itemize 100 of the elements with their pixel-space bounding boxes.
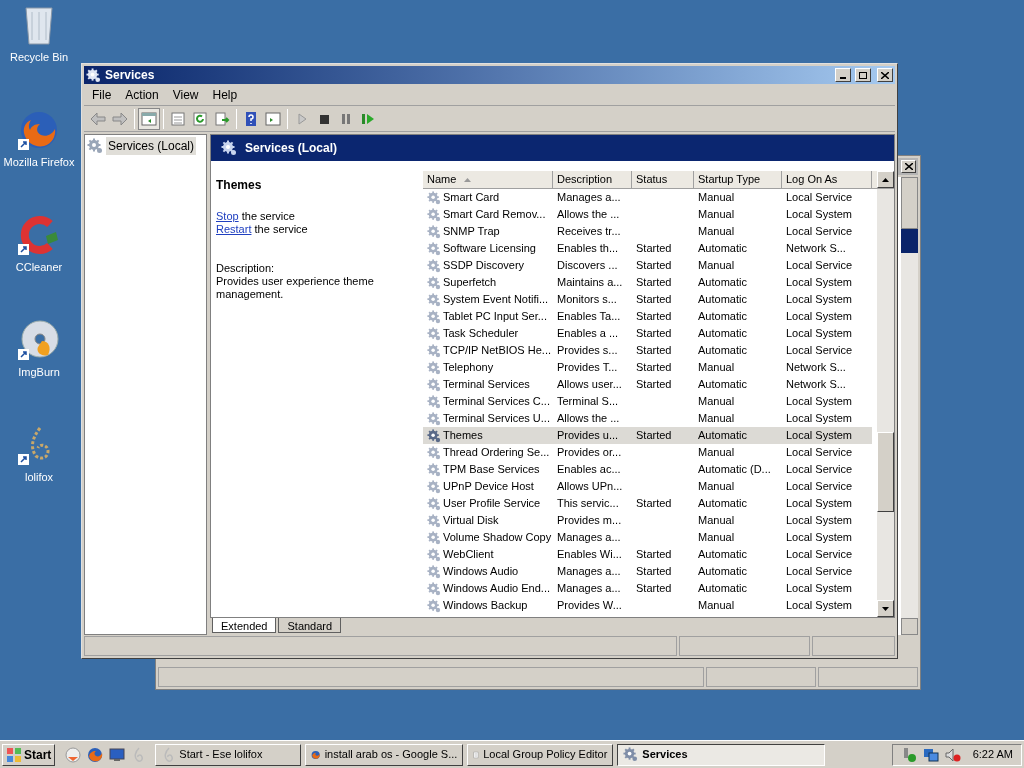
table-row[interactable]: Tablet PC Input Ser... Enables Ta... Started Automatic Local System	[423, 308, 872, 325]
table-row[interactable]: TCP/IP NetBIOS He... Provides s... Started Automatic Local Service	[423, 342, 872, 359]
column-header[interactable]: Name	[423, 171, 553, 188]
table-row[interactable]: Smart Card Remov... Allows the ... Manual Local System	[423, 206, 872, 223]
table-cell-text: Superfetch	[443, 275, 497, 291]
desktop-icon-label[interactable]: CCleaner	[15, 259, 63, 276]
table-cell-text: Manual	[698, 479, 735, 495]
column-header[interactable]: Status	[632, 171, 694, 188]
table-row[interactable]: Windows Audio Manages a... Started Automatic Local Service	[423, 563, 872, 580]
service-icon	[427, 428, 441, 443]
menu-item[interactable]: File	[86, 83, 118, 106]
table-row[interactable]: System Event Notifi... Monitors s... Started Automatic Local System	[423, 291, 872, 308]
desktop-icon-label[interactable]: lolifox	[24, 469, 54, 486]
desktop-icon-label[interactable]: ImgBurn	[18, 364, 60, 381]
tree-item[interactable]: Services (Local)	[106, 137, 197, 155]
services-icon	[87, 138, 103, 154]
column-header[interactable]: Description	[553, 171, 632, 188]
table-cell-text: Allows the ...	[557, 411, 620, 427]
desktop-icon-label[interactable]: Recycle Bin	[9, 49, 69, 66]
table-row[interactable]: WebClient Enables Wi... Started Automatic Local Service	[423, 546, 872, 563]
table-row[interactable]: User Profile Service This servic... Started Automatic Local System	[423, 495, 872, 512]
table-row[interactable]: Volume Shadow Copy Manages a... Manual Local System	[423, 529, 872, 546]
table-cell-text: Started	[636, 309, 672, 325]
menu-item[interactable]: Help	[206, 83, 244, 106]
service-icon	[427, 581, 441, 596]
taskbar-button[interactable]: Services	[617, 743, 826, 766]
table-cell-text: UPnP Device Host	[443, 479, 534, 495]
table-cell-text: Started	[636, 547, 672, 563]
table-row[interactable]: Superfetch Maintains a... Started Automatic Local System	[423, 274, 872, 291]
table-cell-text: Monitors s...	[557, 292, 617, 308]
menu-item[interactable]: View	[166, 83, 205, 106]
table-cell-text: Software Licensing	[443, 241, 536, 257]
table-cell-text: Network S...	[786, 360, 846, 376]
scroll-up-button[interactable]	[877, 171, 894, 188]
table-row[interactable]: TPM Base Services Enables ac... Automatic (D... Local Service	[423, 461, 872, 478]
table-cell-text: Automatic	[698, 377, 747, 393]
service-icon	[427, 343, 441, 358]
table-cell-text: Maintains a...	[557, 275, 623, 291]
start-button[interactable]: Start	[2, 743, 56, 766]
maximize-button[interactable]	[855, 68, 871, 82]
desktop-icon[interactable]	[109, 747, 126, 762]
table-row[interactable]: Smart Card Manages a... Manual Local Service	[423, 189, 872, 206]
taskbar-button[interactable]: Start - Ese lolifox	[155, 743, 302, 766]
table-cell-text: Manual	[698, 360, 735, 376]
table-cell-text: Volume Shadow Copy	[443, 530, 552, 546]
muted-speaker-icon[interactable]	[944, 746, 961, 763]
service-icon	[427, 496, 441, 511]
taskbar-button[interactable]: install arab os - Google S...	[305, 743, 464, 766]
action-link[interactable]: Restart	[216, 223, 252, 235]
services-icon	[221, 140, 237, 156]
scroll-down-button[interactable]	[877, 600, 894, 617]
column-header[interactable]: Log On As	[782, 171, 872, 188]
tab[interactable]: Standard	[278, 618, 342, 633]
tab[interactable]: Extended	[212, 618, 277, 633]
table-row[interactable]: Task Scheduler Enables a ... Started Automatic Local System	[423, 325, 872, 342]
table-cell-text: Automatic (D...	[698, 462, 771, 478]
table-cell-text: Manual	[698, 411, 735, 427]
table-row[interactable]: Virtual Disk Provides m... Manual Local System	[423, 512, 872, 529]
maximize-icon	[859, 71, 867, 79]
service-icon	[427, 411, 441, 426]
table-row[interactable]: SNMP Trap Receives tr... Manual Local Service	[423, 223, 872, 240]
table-row[interactable]: Telephony Provides T... Started Manual Network S...	[423, 359, 872, 376]
table-row[interactable]: UPnP Device Host Allows UPn... Manual Local Service	[423, 478, 872, 495]
table-cell-text: Manages a...	[557, 564, 621, 580]
table-row[interactable]: Windows Audio End... Manages a... Started Automatic Local System	[423, 580, 872, 597]
table-cell-text: Allows UPn...	[557, 479, 623, 495]
scroll-thumb[interactable]	[877, 432, 894, 512]
taskbar-button[interactable]: Local Group Policy Editor	[467, 743, 614, 766]
table-row[interactable]: Terminal Services C... Terminal S... Manual Local System	[423, 393, 872, 410]
close-button[interactable]	[877, 68, 893, 82]
service-icon	[427, 598, 441, 613]
menu-item[interactable]: Action	[119, 83, 165, 106]
table-row[interactable]: Themes Provides u... Started Automatic Local System	[423, 427, 872, 444]
service-icon	[427, 547, 441, 562]
table-row[interactable]: Thread Ordering Se... Provides or... Manual Local Service	[423, 444, 872, 461]
table-cell-text: Local System	[786, 496, 853, 512]
desktop-icon-label[interactable]: Mozilla Firefox	[3, 154, 75, 171]
table-row[interactable]: SSDP Discovery Discovers ... Started Manual Local Service	[423, 257, 872, 274]
console-tree-icon[interactable]	[138, 107, 160, 130]
table-row[interactable]: Windows Backup Provides W... Manual Local System	[423, 597, 872, 614]
table-cell-text: Local System	[786, 326, 853, 342]
browser-icon[interactable]	[65, 746, 82, 763]
scrollbar[interactable]	[901, 177, 918, 635]
column-header[interactable]: Startup Type	[694, 171, 782, 188]
table-row[interactable]: Terminal Services U... Allows the ... Manual Local System	[423, 410, 872, 427]
service-icon	[427, 462, 441, 477]
close-icon	[904, 163, 913, 170]
clock[interactable]: 6:22 AM	[972, 746, 1013, 763]
service-icon	[427, 445, 441, 460]
table-cell-text: Terminal Services C...	[443, 394, 550, 410]
scrollbar[interactable]	[877, 189, 894, 617]
table-row[interactable]: Terminal Services Allows user... Started Automatic Network S...	[423, 376, 872, 393]
close-button[interactable]	[901, 160, 916, 173]
table-row[interactable]: Software Licensing Enables th... Started Automatic Network S...	[423, 240, 872, 257]
table-cell-text: Local Service	[786, 479, 853, 495]
minimize-button[interactable]	[835, 68, 851, 82]
network-icon[interactable]	[922, 746, 939, 763]
action-link[interactable]: Stop	[216, 210, 239, 222]
service-icon	[427, 292, 441, 307]
table-cell-text: Local System	[786, 411, 853, 427]
